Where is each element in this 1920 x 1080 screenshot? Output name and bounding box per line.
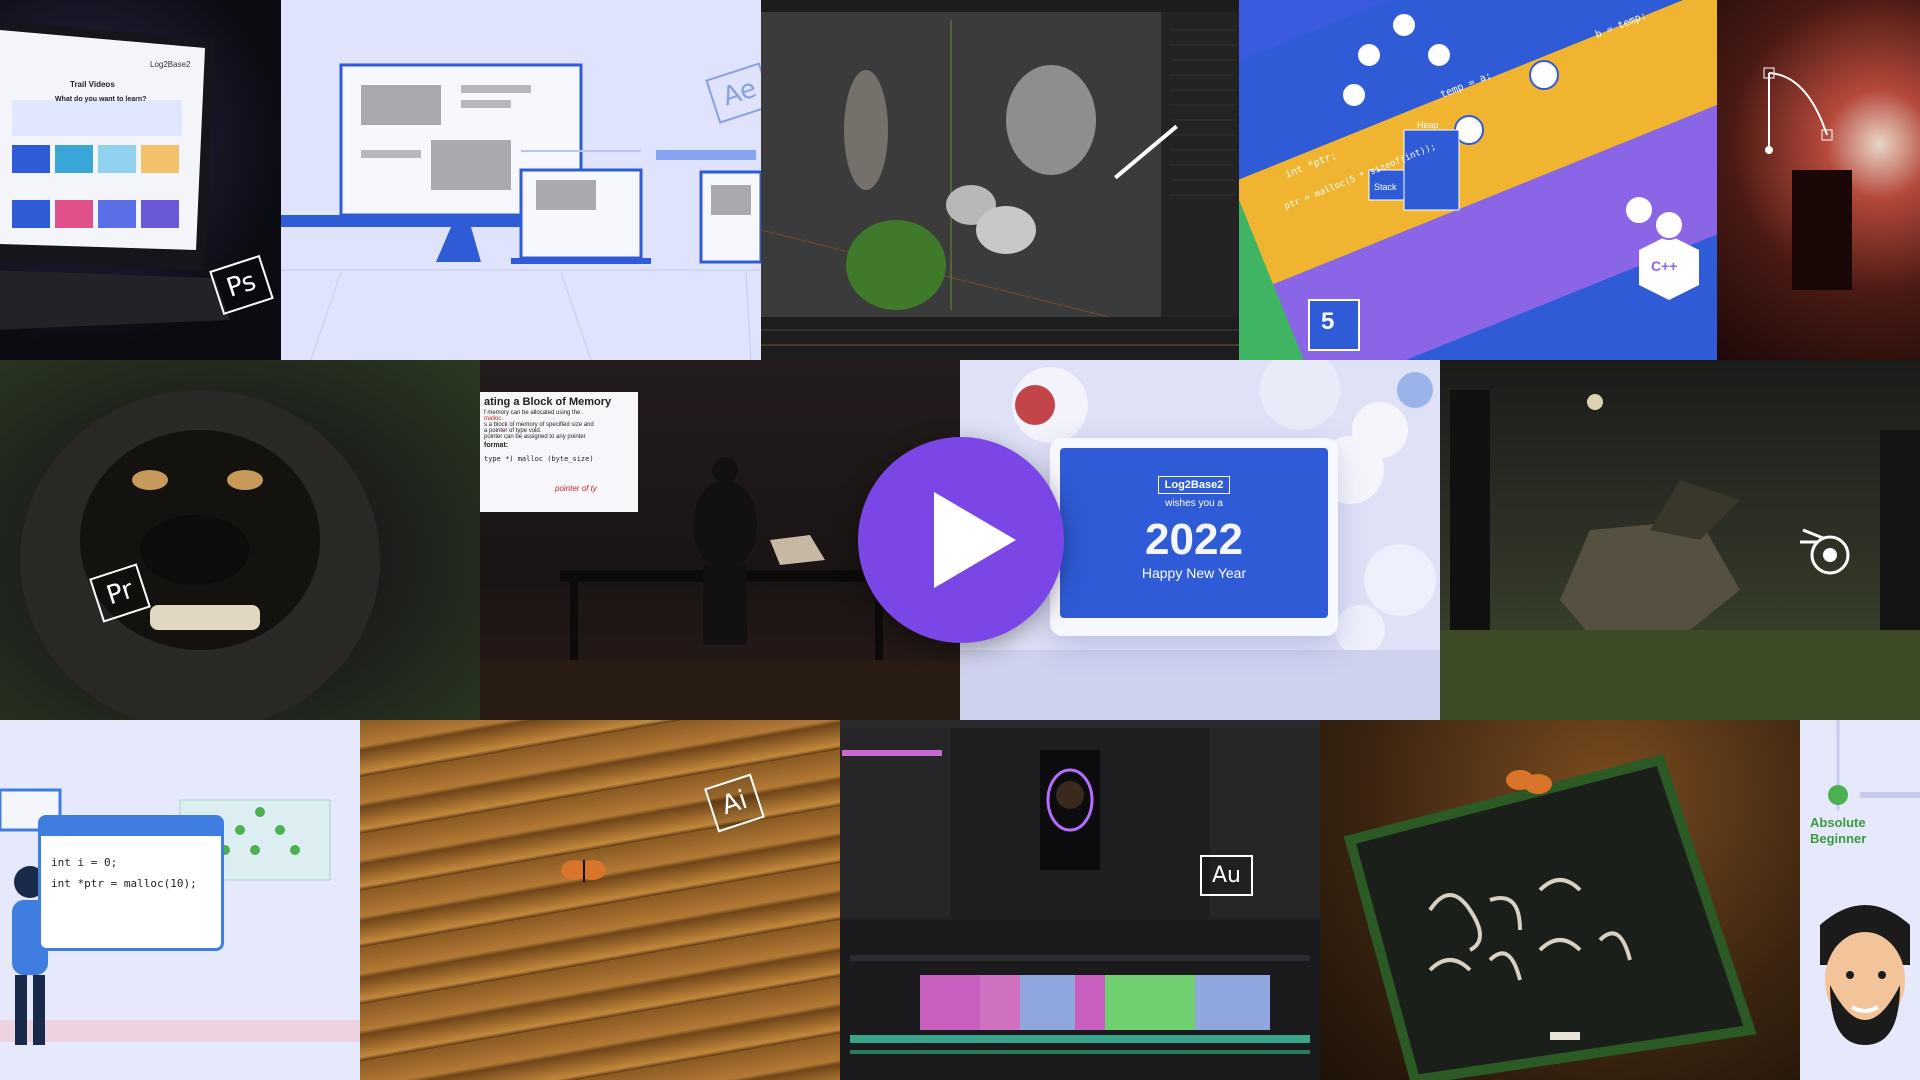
html5-icon: 5 — [1321, 308, 1335, 335]
bezier-pen-icon — [1763, 67, 1852, 290]
tile-photoshop-laptop: Log2Base2 Trail Videos What do you want … — [0, 0, 281, 360]
play-icon — [934, 492, 1016, 588]
tile-chalkboard-scene — [1320, 720, 1800, 1080]
tile-code-illustration: int i = 0; int *ptr = malloc(10); — [0, 720, 360, 1080]
monitor-frame: Log2Base2 wishes you a 2022 Happy New Ye… — [1050, 438, 1338, 636]
stack-label: Stack — [1374, 182, 1397, 192]
code-card: int i = 0; int *ptr = malloc(10); — [38, 815, 224, 951]
code-card-line-1: int i = 0; — [51, 856, 118, 869]
ny-brand: Log2Base2 — [1157, 476, 1231, 494]
avatar — [1820, 905, 1910, 1045]
blender-icon — [1800, 528, 1850, 575]
gorilla-face — [20, 390, 380, 720]
chalkboard — [1343, 753, 1757, 1080]
butterfly-icon — [561, 860, 606, 882]
tile-palm-leaf-manuscripts: Ai — [360, 720, 840, 1080]
heap-label: Heap — [1417, 120, 1439, 130]
monitor-screen: Log2Base2 wishes you a 2022 Happy New Ye… — [1060, 448, 1328, 618]
laptop-screen-brand: Log2Base2 — [150, 60, 191, 69]
tile-absolute-beginner: Absolute Beginner — [1800, 720, 1920, 1080]
ny-wishes: wishes you a — [1165, 498, 1223, 509]
3d-viewport — [761, 0, 1239, 360]
video-editor-ui — [840, 720, 1320, 1080]
ny-year: 2022 — [1145, 515, 1243, 564]
beginner-label-1: Absolute — [1810, 815, 1866, 830]
tile-red-room-render — [1717, 0, 1920, 360]
beginner-label-2: Beginner — [1810, 831, 1867, 846]
laptop-screen-prompt: What do you want to learn? — [55, 96, 147, 103]
laptop-screen-title: Trail Videos — [70, 80, 115, 89]
tile-video-editor: Au — [840, 720, 1320, 1080]
devices-illustration — [281, 63, 761, 360]
play-button[interactable] — [858, 437, 1064, 643]
tile-ruins-render — [1440, 360, 1920, 720]
tile-3d-modeling-software — [761, 0, 1239, 360]
tile-data-structures: int *ptr; ptr = malloc(5 * sizeof(int));… — [1239, 0, 1717, 360]
audition-badge: Au — [1200, 855, 1253, 896]
ds-collage — [1239, 0, 1717, 360]
tile-gorilla-render: Pr — [0, 360, 480, 720]
cpp-icon: C++ — [1651, 258, 1678, 274]
tile-after-effects-screens: Ae — [281, 0, 761, 360]
ny-message: Happy New Year — [1141, 565, 1247, 581]
code-card-line-2: int *ptr = malloc(10); — [51, 877, 197, 890]
